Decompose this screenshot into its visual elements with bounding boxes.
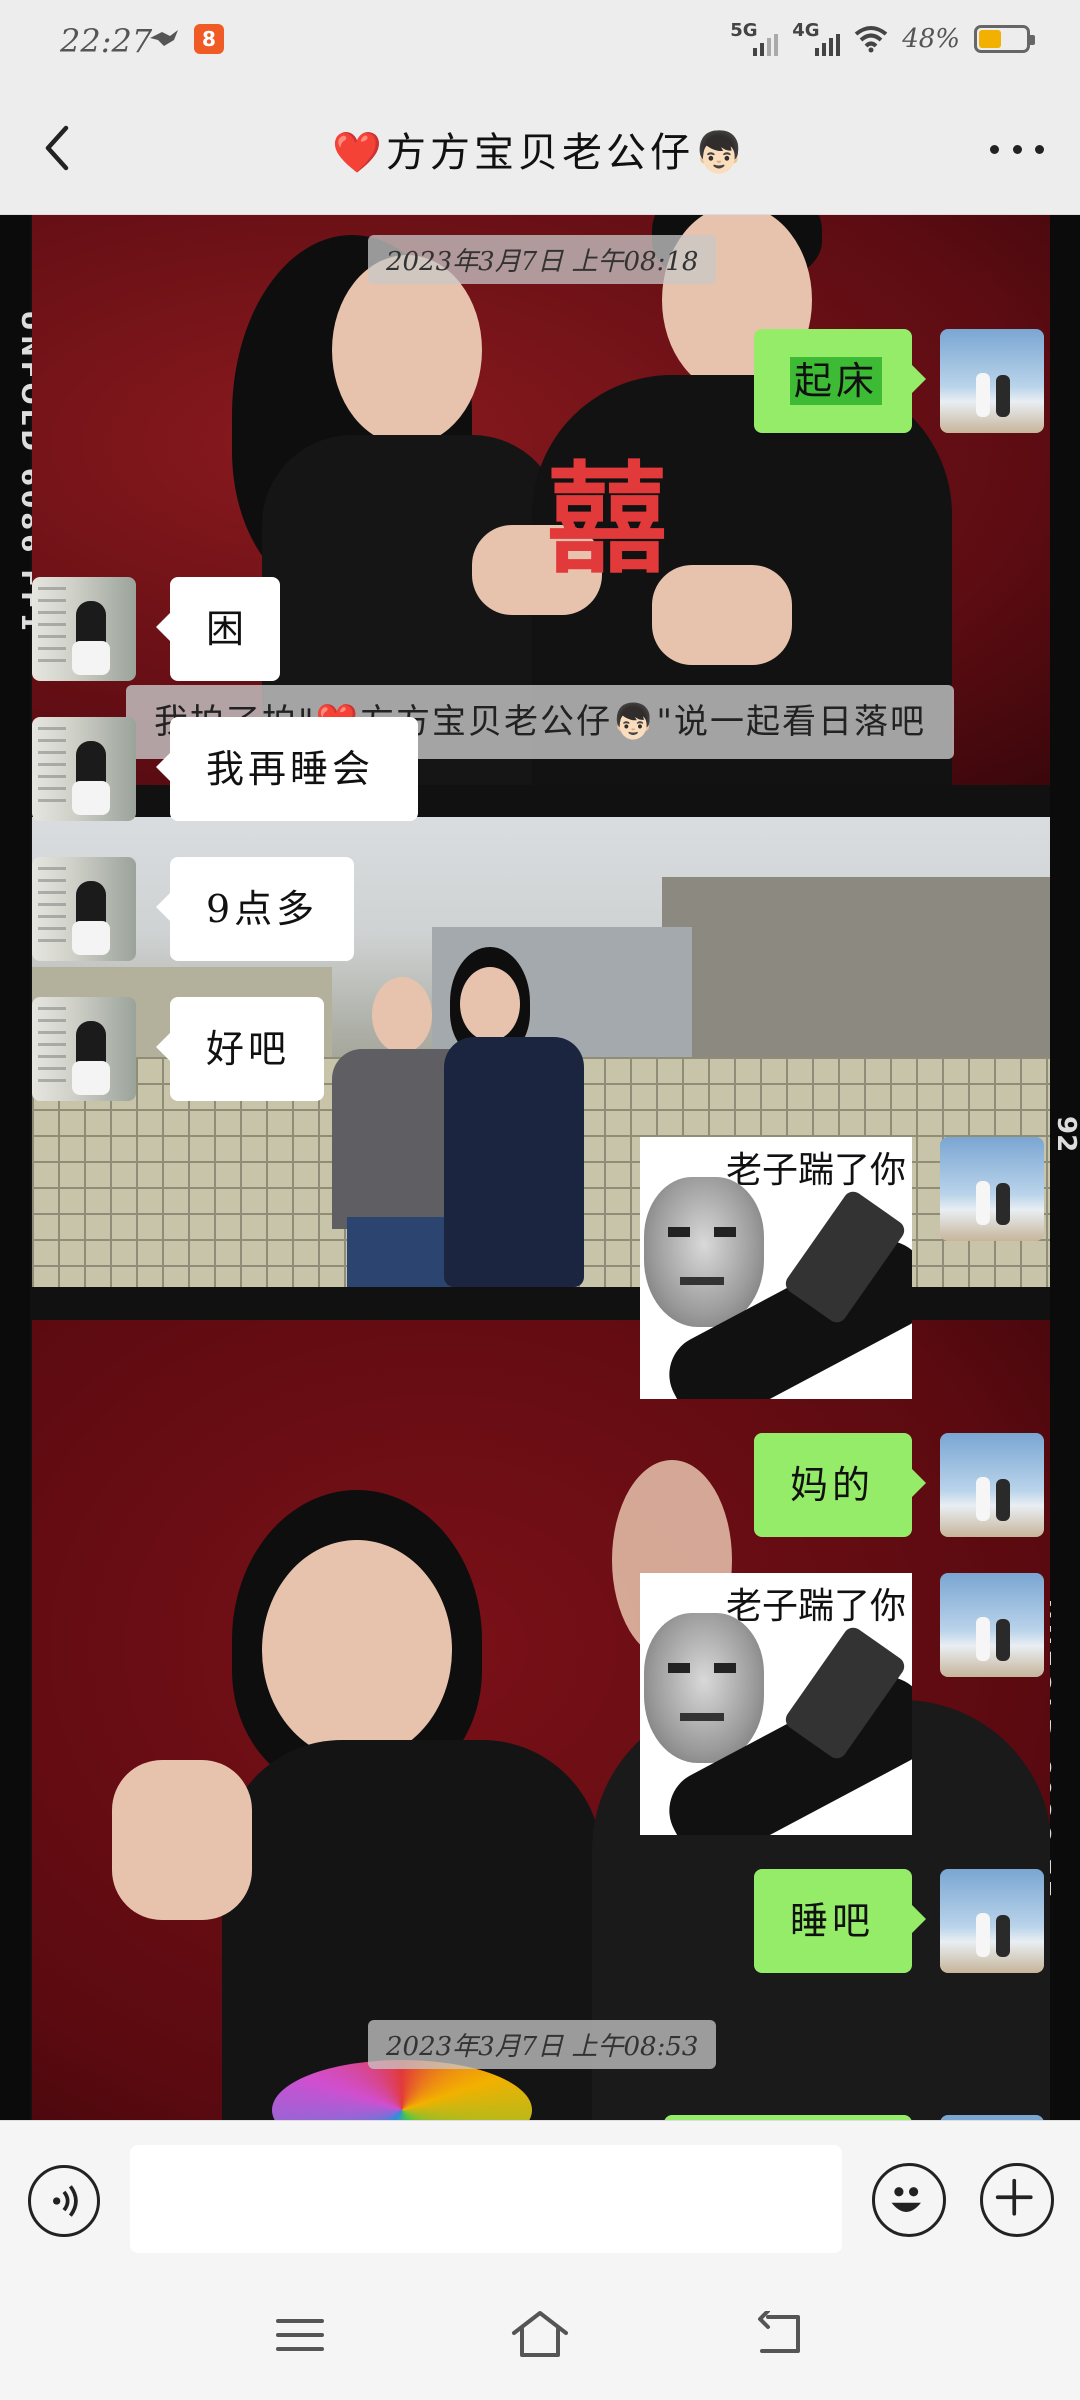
voice-icon[interactable]: [28, 2165, 100, 2237]
message-bubble-self[interactable]: 睡吧: [754, 1869, 926, 1973]
avatar-self[interactable]: [940, 1573, 1044, 1677]
avatar-self[interactable]: [940, 1433, 1044, 1537]
plus-icon[interactable]: [980, 2163, 1054, 2237]
message-bubble-other[interactable]: 9点多: [156, 857, 354, 961]
chat-header: ❤️方方宝贝老公仔👦🏻: [0, 80, 1080, 215]
signal-4g-icon: 4G: [792, 20, 841, 58]
message-bubble-other[interactable]: 我再睡会: [156, 717, 418, 821]
sticker-message[interactable]: 老子踹了你: [640, 1137, 912, 1399]
status-bar: 22:27 8 5G 4G 48%: [0, 0, 1080, 80]
timestamp: 2023年3月7日 上午08:53: [368, 2020, 717, 2069]
timestamp: 2023年3月7日 上午08:18: [368, 235, 717, 284]
chat-title: ❤️方方宝贝老公仔👦🏻: [332, 130, 748, 176]
avatar-other[interactable]: [32, 997, 136, 1101]
app-notification-icon: 8: [194, 24, 224, 54]
battery-icon: [974, 25, 1035, 53]
avatar-other[interactable]: [32, 577, 136, 681]
sticker-message[interactable]: 老子踹了你: [640, 1573, 912, 1835]
home-icon[interactable]: [510, 2309, 570, 2359]
avatar-other[interactable]: [32, 717, 136, 821]
message-bubble-other[interactable]: 好吧: [156, 997, 324, 1101]
message-bubble-other[interactable]: 困: [156, 577, 280, 681]
avatar-self[interactable]: [940, 1869, 1044, 1973]
avatar-self[interactable]: [940, 329, 1044, 433]
message-bubble-self[interactable]: 妈的: [754, 1433, 926, 1537]
message-bubble-self[interactable]: 起床: [754, 329, 926, 433]
bird-icon: [150, 30, 178, 46]
film-number-right: 92: [1051, 1116, 1080, 1153]
status-indicators: 5G 4G 48%: [730, 20, 1035, 58]
signal-5g-icon: 5G: [730, 20, 779, 58]
wifi-icon: [854, 26, 888, 53]
chat-message-list[interactable]: UNFOLD 6086 FF1 92 UNFOLD 6086 FF 囍 2023: [0, 215, 1080, 2120]
system-nav-bar: [0, 2281, 1080, 2400]
message-input[interactable]: [130, 2145, 842, 2253]
wedding-glyph: 囍: [547, 449, 667, 590]
more-dots-icon[interactable]: [990, 134, 1044, 164]
status-time: 22:27: [60, 22, 153, 60]
back-icon[interactable]: [754, 2311, 806, 2357]
menu-icon[interactable]: [276, 2315, 324, 2355]
avatar-self[interactable]: [940, 1137, 1044, 1241]
emoji-icon[interactable]: [872, 2163, 946, 2237]
input-bar: [0, 2120, 1080, 2281]
sticker-caption: 老子踹了你: [725, 1585, 906, 1626]
battery-percent: 48%: [902, 24, 960, 54]
sticker-caption: 老子踹了你: [725, 1149, 906, 1190]
avatar-other[interactable]: [32, 857, 136, 961]
